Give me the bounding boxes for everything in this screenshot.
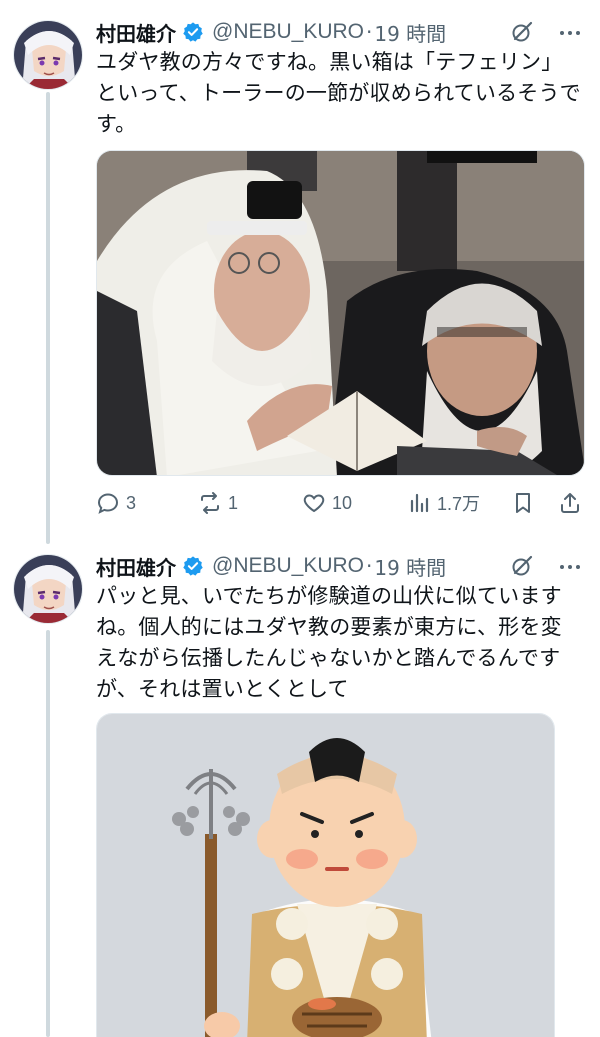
photo-icon — [97, 151, 584, 475]
tweet-text: パッと見、いでたちが修験道の山伏に似ていますね。個人的にはユダヤ教の要素が東方に… — [96, 584, 562, 701]
retweet-count: 1 — [228, 492, 239, 513]
avatar[interactable] — [13, 554, 83, 624]
author-handle[interactable]: @NEBU_KURO — [212, 554, 364, 578]
share-icon[interactable] — [558, 491, 582, 515]
tweet-actions: 3 1 10 1.7万 — [96, 488, 590, 518]
timestamp[interactable]: 19 時間 — [374, 18, 446, 47]
reply-icon — [97, 493, 119, 514]
tweet-text: ユダヤ教の方々ですね。黒い箱は「テフェリン」といって、トーラーの一節が収められて… — [96, 50, 581, 136]
more-options-icon[interactable] — [558, 21, 582, 45]
verified-badge-icon — [183, 22, 203, 42]
avatar[interactable] — [13, 20, 83, 90]
grok-icon[interactable] — [510, 20, 534, 44]
grok-icon[interactable] — [510, 554, 534, 578]
author-name[interactable]: 村田雄介 — [96, 552, 176, 581]
views-button[interactable]: 1.7万 — [407, 490, 480, 516]
tweet[interactable]: 村田雄介 @NEBU_KURO · 19 時間 ユダヤ教の方々ですね。黒い箱は「… — [0, 0, 600, 540]
more-options-icon[interactable] — [558, 555, 582, 579]
view-count: 1.7万 — [437, 494, 481, 514]
like-button[interactable]: 10 — [302, 491, 352, 515]
reply-count: 3 — [126, 492, 137, 513]
tweet-illustration[interactable] — [96, 713, 555, 1037]
tweet-photo[interactable] — [96, 150, 585, 476]
author-handle[interactable]: @NEBU_KURO — [212, 20, 364, 44]
separator-dot: · — [366, 554, 373, 578]
heart-icon — [303, 494, 325, 513]
author-name[interactable]: 村田雄介 — [96, 18, 176, 47]
retweet-icon — [201, 492, 219, 514]
verified-badge-icon — [183, 556, 203, 576]
timestamp[interactable]: 19 時間 — [374, 552, 446, 581]
tweet-header: 村田雄介 @NEBU_KURO · 19 時間 — [96, 15, 586, 49]
tweet[interactable]: 村田雄介 @NEBU_KURO · 19 時間 パッと見、いでたちが修験道の山伏… — [0, 540, 600, 1037]
bookmark-icon[interactable] — [511, 491, 535, 515]
separator-dot: · — [366, 20, 373, 44]
tweet-header: 村田雄介 @NEBU_KURO · 19 時間 — [96, 549, 586, 583]
illustration-icon — [97, 714, 554, 1037]
like-count: 10 — [332, 492, 353, 513]
views-chart-icon — [410, 493, 429, 513]
retweet-button[interactable]: 1 — [198, 491, 238, 515]
reply-button[interactable]: 3 — [96, 491, 136, 515]
